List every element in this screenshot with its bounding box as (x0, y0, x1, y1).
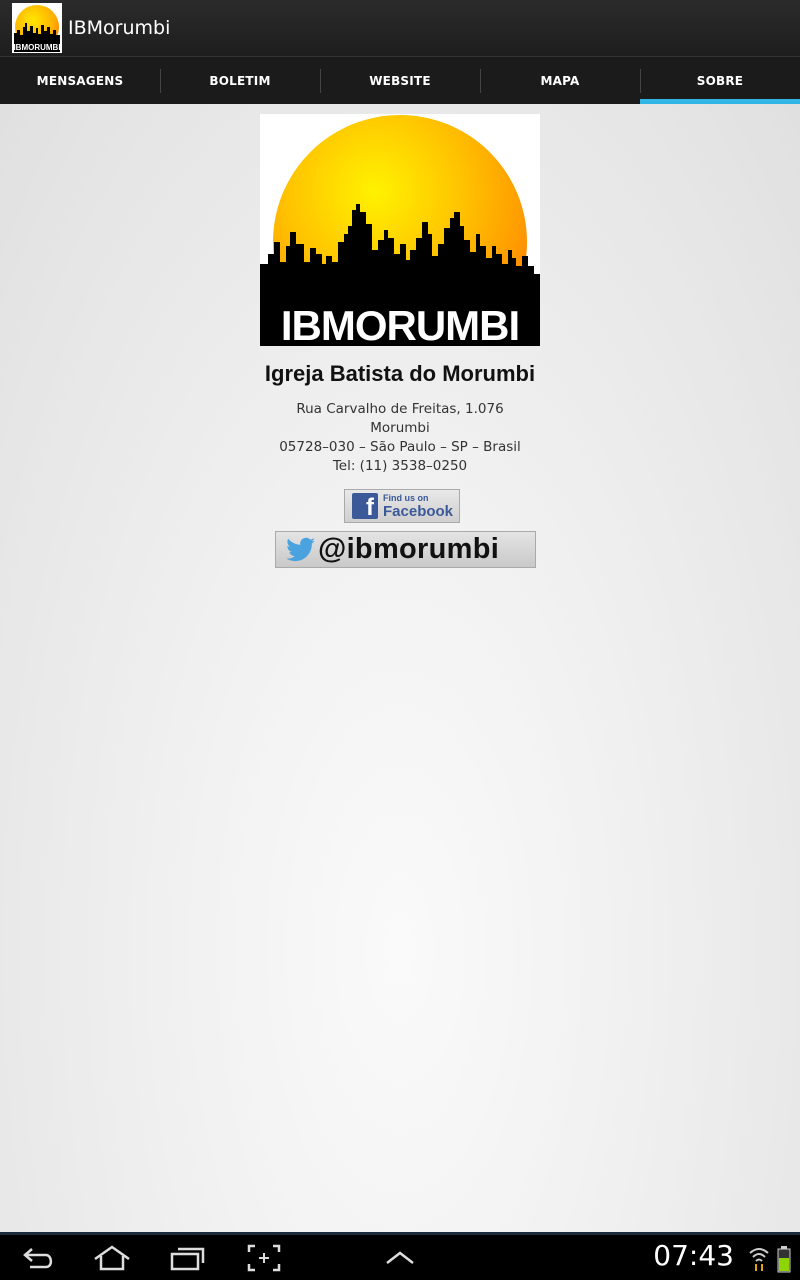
address-phone[interactable]: Tel: (11) 3538–0250 (0, 457, 800, 476)
address-city: 05728–030 – São Paulo – SP – Brasil (279, 439, 521, 455)
home-icon[interactable] (92, 1244, 132, 1272)
wifi-icon (749, 1248, 769, 1271)
logo-wordmark: IBMORUMBI (281, 302, 519, 346)
chevron-up-icon[interactable] (384, 1249, 416, 1267)
tab-bar: MENSAGENS BOLETIM WEBSITE MAPA SOBRE (0, 56, 800, 104)
app-title: IBMorumbi (68, 17, 171, 39)
facebook-icon: f (352, 493, 378, 519)
clock: 07:43 (653, 1239, 734, 1272)
svg-text:IBMORUMBI: IBMORUMBI (13, 43, 60, 52)
address-block: Rua Carvalho de Freitas, 1.076 Morumbi 0… (0, 400, 800, 476)
about-content: IBMORUMBI Igreja Batista do Morumbi Rua … (0, 104, 800, 1232)
system-navigation-bar: 07:43 (0, 1232, 800, 1280)
tab-sobre[interactable]: SOBRE (640, 57, 800, 104)
ibmorumbi-logo: IBMORUMBI (260, 114, 540, 346)
tab-mapa[interactable]: MAPA (480, 57, 640, 104)
recent-apps-icon[interactable] (170, 1244, 206, 1272)
address-street: Rua Carvalho de Freitas, 1.076 (296, 401, 504, 417)
tab-mensagens[interactable]: MENSAGENS (0, 57, 160, 104)
facebook-button[interactable]: f Find us on Facebook (344, 489, 460, 523)
facebook-text: Find us on Facebook (383, 492, 454, 520)
tab-boletim[interactable]: BOLETIM (160, 57, 320, 104)
app-logo-icon[interactable]: IBMORUMBI (12, 3, 62, 53)
screenshot-icon[interactable] (247, 1244, 281, 1272)
address-district: Morumbi (370, 420, 430, 436)
facebook-small-label: Find us on (383, 492, 429, 503)
action-bar: IBMORUMBI IBMorumbi (0, 0, 800, 56)
facebook-big-label: Facebook (383, 502, 454, 520)
twitter-handle: @ibmorumbi (318, 533, 500, 565)
battery-icon (777, 1246, 791, 1273)
tab-website[interactable]: WEBSITE (320, 57, 480, 104)
twitter-button[interactable]: @ibmorumbi (275, 531, 536, 568)
church-name: Igreja Batista do Morumbi (264, 361, 536, 386)
twitter-bird-icon (286, 537, 315, 561)
back-icon[interactable] (22, 1245, 56, 1271)
